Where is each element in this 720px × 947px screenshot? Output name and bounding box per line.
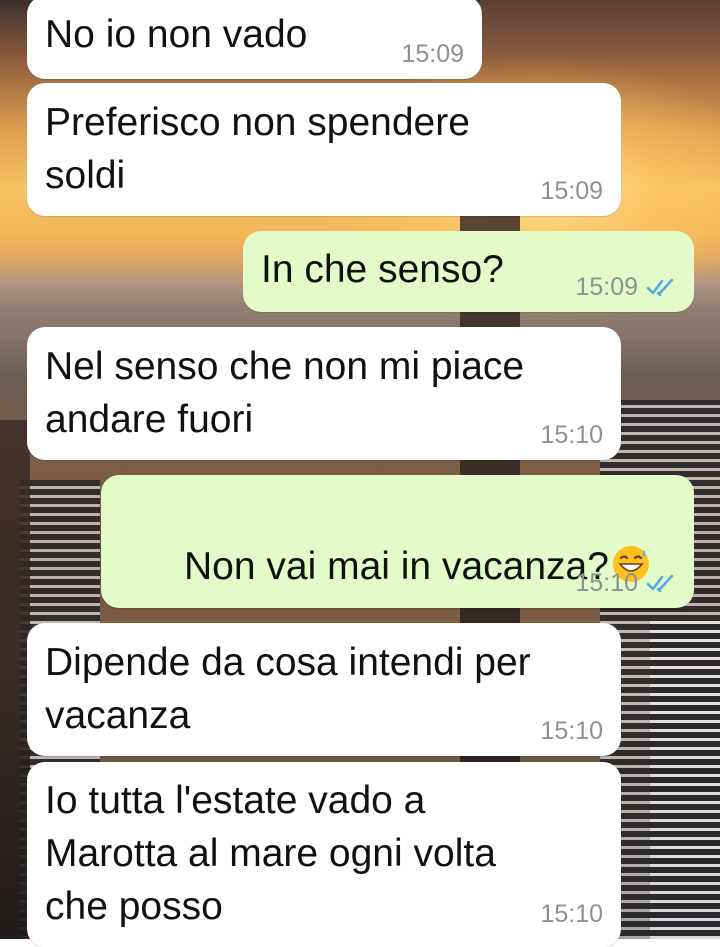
message-meta: 15:10 [575,568,678,598]
message-time: 15:09 [575,273,638,301]
message-bubble-incoming[interactable]: Nel senso che non mi piace andare fuori … [27,327,621,460]
message-text-content: Non vai mai in vacanza? [184,545,609,588]
message-time: 15:10 [540,717,603,745]
message-bubble-incoming[interactable]: Preferisco non spendere soldi 15:09 [27,83,621,216]
message-bubble-incoming[interactable]: Io tutta l'estate vado a Marotta al mare… [27,762,621,947]
double-check-icon [646,278,674,297]
message-list[interactable]: No io non vado 15:09 Preferisco non spen… [0,0,720,947]
message-bubble-incoming[interactable]: No io non vado 15:09 [27,0,482,79]
message-bubble-outgoing[interactable]: Non vai mai in vacanza? 15:10 [101,475,694,608]
message-text: In che senso? [261,248,504,291]
message-text: Io tutta l'estate vado a Marotta al mare… [45,779,496,928]
double-check-icon [646,574,674,593]
message-meta: 15:10 [540,899,603,929]
message-meta: 15:09 [401,39,464,69]
message-meta: 15:09 [575,272,678,302]
message-text: Nel senso che non mi piace andare fuori [45,345,525,441]
message-time: 15:10 [540,900,603,928]
message-time: 15:10 [540,421,603,449]
message-meta: 15:10 [540,716,603,746]
message-text: Dipende da cosa intendi per vacanza [45,641,531,737]
message-time: 15:09 [401,40,464,68]
message-bubble-incoming[interactable]: Dipende da cosa intendi per vacanza 15:1… [27,623,621,756]
message-time: 15:10 [575,569,638,597]
message-time: 15:09 [540,177,603,205]
message-text: No io non vado [45,13,308,56]
message-meta: 15:09 [540,176,603,206]
message-bubble-outgoing[interactable]: In che senso? 15:09 [243,231,694,312]
message-meta: 15:10 [540,420,603,450]
message-text: Preferisco non spendere soldi [45,101,470,197]
